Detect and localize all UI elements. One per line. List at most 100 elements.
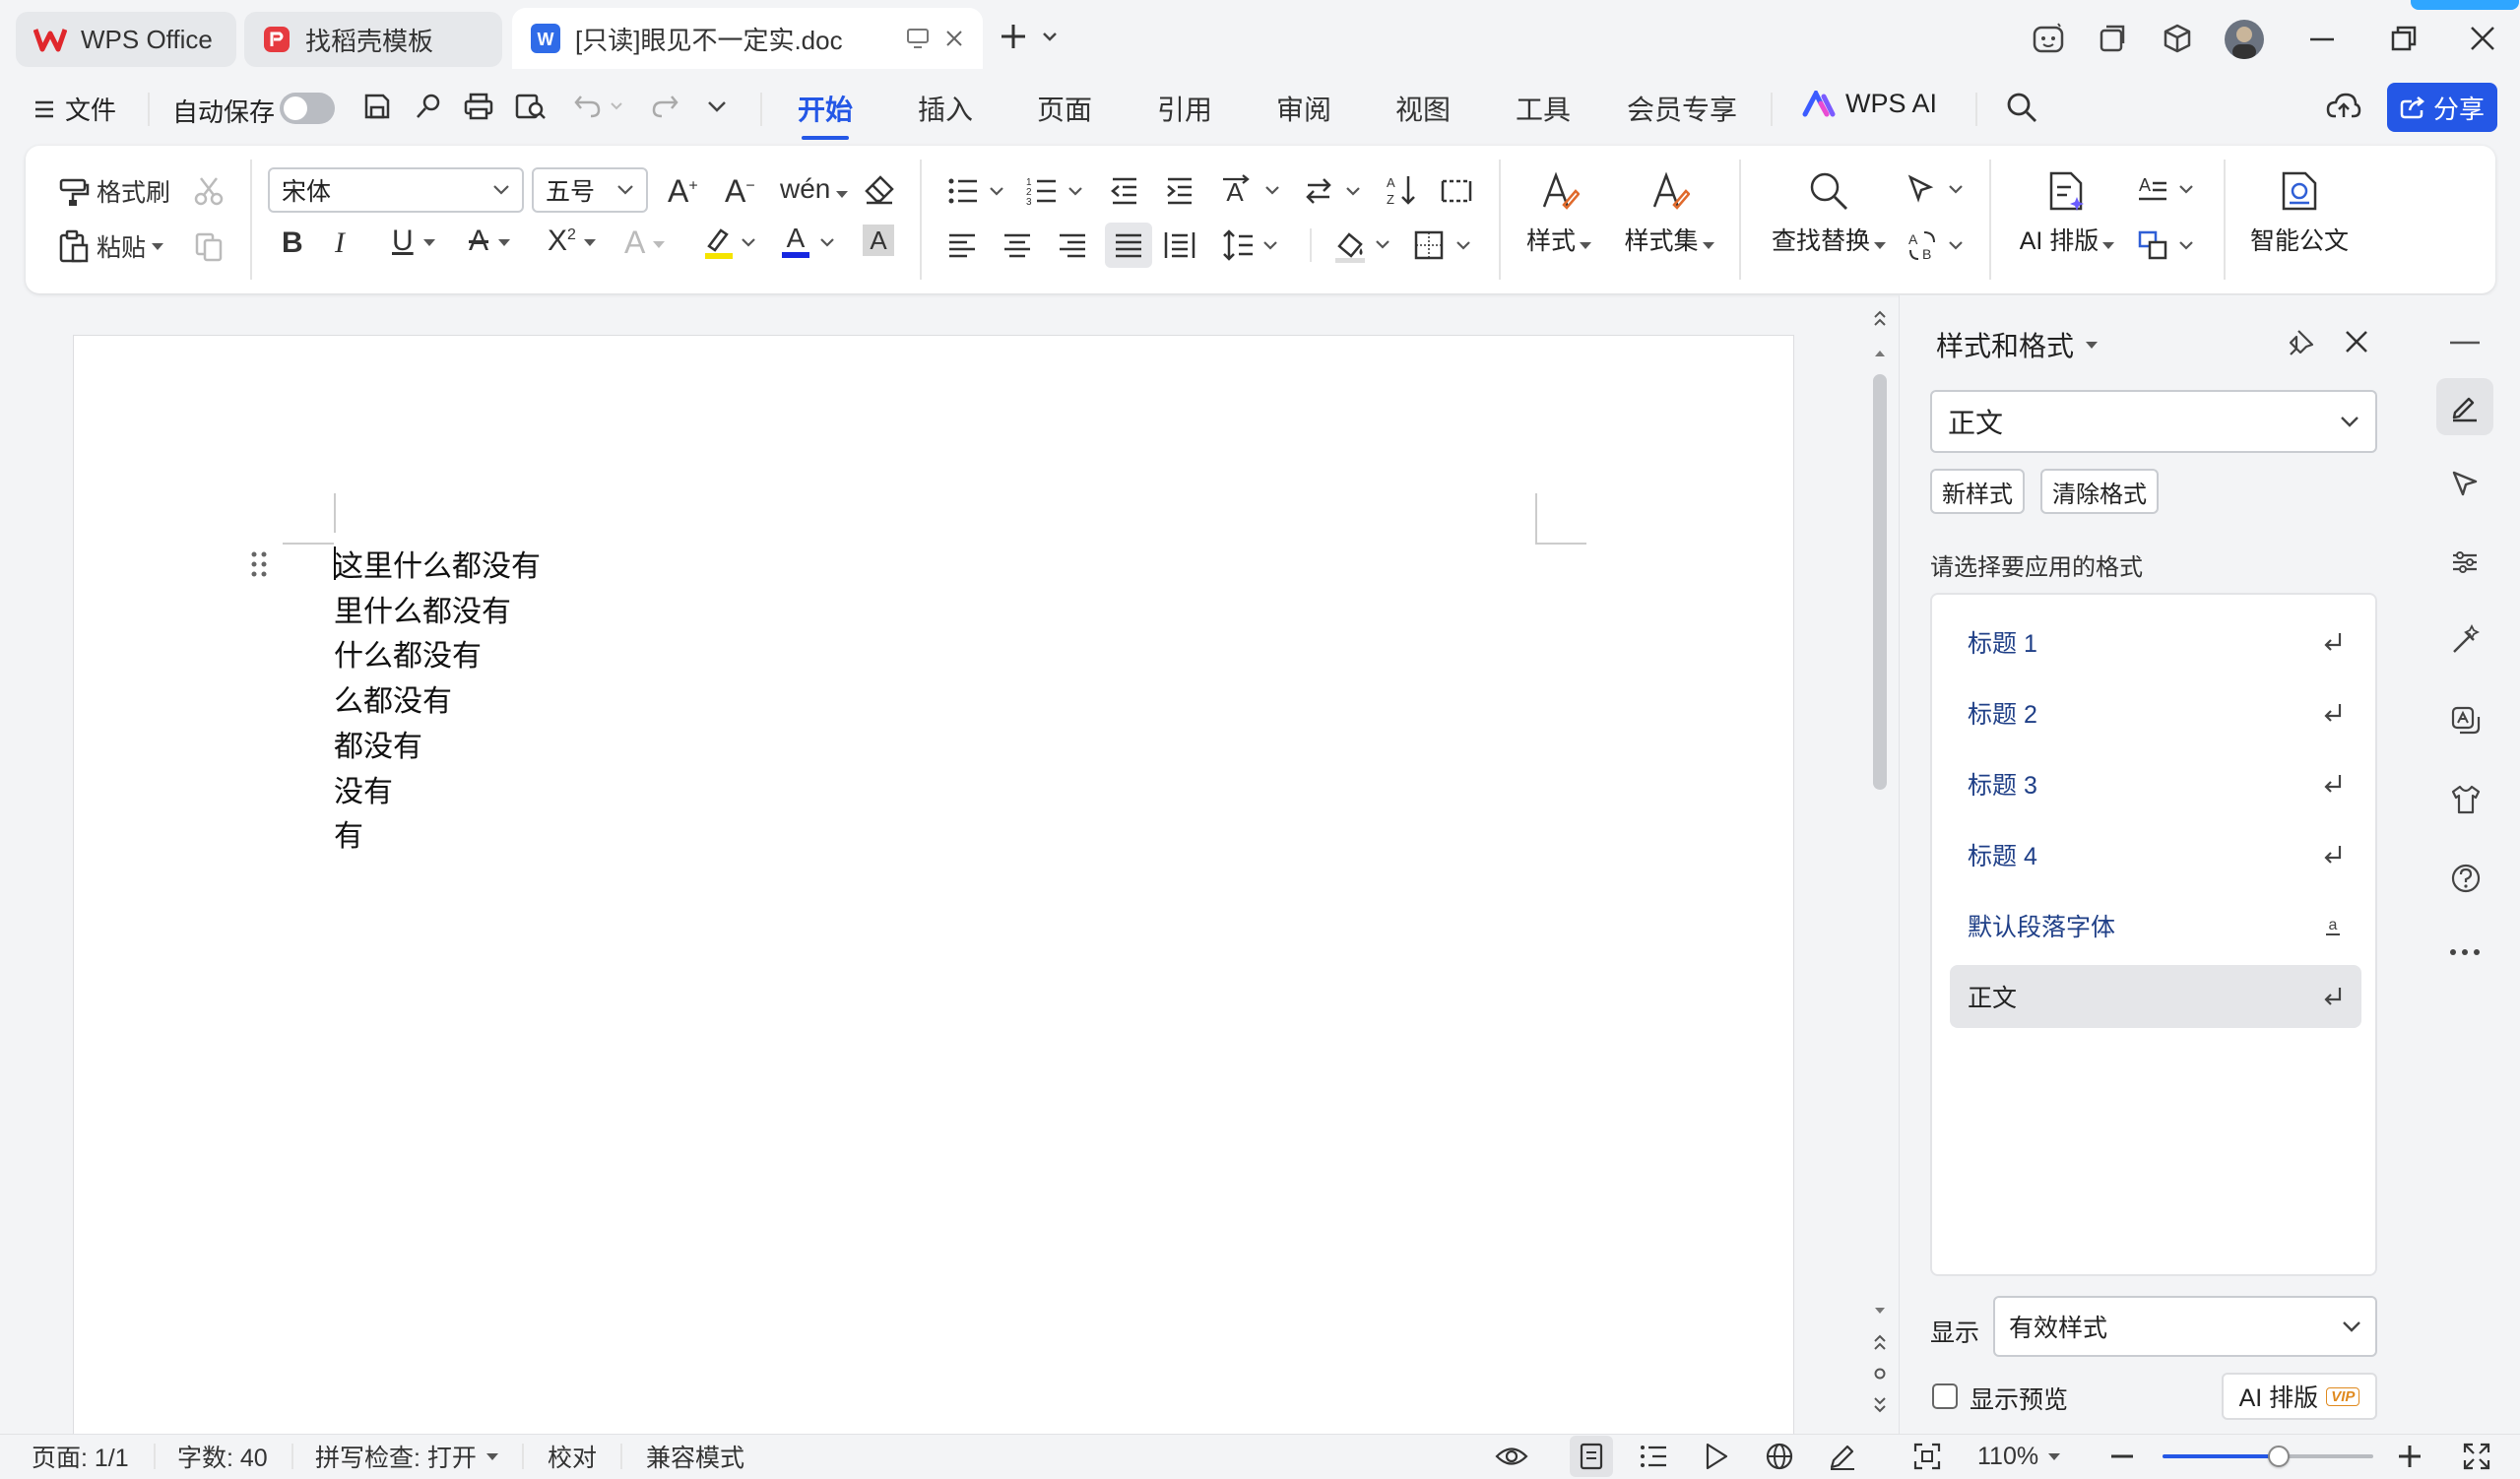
clear-format-button[interactable]: 清除格式 [2040, 469, 2159, 514]
redo-icon[interactable] [650, 93, 679, 120]
zoom-slider[interactable] [2163, 1446, 2373, 1467]
italic-icon[interactable]: I [335, 226, 345, 260]
menu-insert[interactable]: 插入 [918, 89, 973, 128]
cube-icon[interactable] [2162, 23, 2193, 54]
robot-face-icon[interactable] [2032, 22, 2067, 55]
proofread-button[interactable]: 校对 [548, 1434, 597, 1479]
print-preview-icon[interactable] [514, 92, 548, 121]
scroll-up-icon[interactable] [1873, 349, 1887, 358]
shapes-arrange-icon[interactable] [2137, 228, 2196, 262]
sidebar-styles-button[interactable] [2436, 378, 2493, 435]
avatar[interactable] [2225, 20, 2264, 59]
style-item-default-font[interactable]: 默认段落字体 a [1950, 894, 2361, 957]
file-menu[interactable]: 文件 [33, 91, 116, 127]
replace-icon[interactable]: AB [1906, 228, 1966, 262]
cursor-icon[interactable] [2450, 469, 2480, 498]
next-page-icon[interactable] [1873, 1394, 1887, 1414]
text-effect-icon[interactable]: A [624, 225, 666, 261]
find-replace-button[interactable]: 查找替换 [1765, 169, 1893, 257]
show-filter-select[interactable]: 有效样式 [1993, 1296, 2377, 1357]
scroll-down-icon[interactable] [1873, 1306, 1887, 1316]
panel-title-dropdown[interactable]: 样式和格式 [1936, 325, 2099, 364]
scrollbar-thumb[interactable] [1873, 374, 1887, 790]
more-icon[interactable] [2448, 947, 2482, 957]
style-item-body[interactable]: 正文 [1950, 965, 2361, 1028]
style-button[interactable]: 样式 [1524, 169, 1593, 257]
menu-member[interactable]: 会员专享 [1627, 89, 1737, 128]
format-check-icon[interactable] [414, 92, 443, 121]
shirt-icon[interactable] [2450, 784, 2482, 815]
autosave-toggle[interactable] [280, 93, 335, 124]
tab-wps-office[interactable]: WPS Office [16, 12, 236, 67]
style-item-heading4[interactable]: 标题 4 [1950, 823, 2361, 886]
borders-icon[interactable] [1414, 230, 1473, 260]
font-name-select[interactable]: 宋体 [268, 167, 524, 213]
menu-view[interactable]: 视图 [1395, 89, 1451, 128]
phonetic-guide-icon[interactable]: wén [780, 173, 849, 205]
new-style-button[interactable]: 新样式 [1930, 469, 2025, 514]
font-color-icon[interactable]: A [782, 223, 835, 260]
close-tab-icon[interactable] [943, 28, 965, 49]
align-center-icon[interactable] [1002, 230, 1032, 260]
pin-icon[interactable] [2287, 327, 2316, 356]
undo-icon[interactable] [573, 93, 603, 120]
cloud-upload-icon[interactable] [2326, 91, 2361, 120]
underline-icon[interactable]: U [392, 225, 435, 258]
translate-icon[interactable] [2450, 705, 2482, 737]
increase-font-icon[interactable]: A+ [668, 173, 698, 210]
style-set-button[interactable]: 样式集 [1623, 169, 1715, 257]
window-copy-icon[interactable] [2098, 24, 2127, 53]
page-view-button[interactable] [1570, 1436, 1613, 1477]
show-hide-marks-icon[interactable] [1440, 175, 1473, 207]
save-icon[interactable] [362, 92, 392, 121]
decrease-indent-icon[interactable] [1109, 175, 1140, 207]
style-item-heading3[interactable]: 标题 3 [1950, 752, 2361, 815]
wps-ai-menu[interactable]: WPS AI [1802, 89, 1937, 119]
browse-object-icon[interactable] [1873, 1367, 1887, 1381]
bold-icon[interactable]: B [282, 226, 303, 260]
annotate-icon[interactable] [1828, 1442, 1857, 1471]
zoom-slider-thumb[interactable] [2267, 1446, 2290, 1467]
smart-doc-button[interactable]: 智能公文 [2245, 169, 2354, 257]
zoom-in-icon[interactable] [2399, 1446, 2421, 1467]
menu-review[interactable]: 审阅 [1276, 89, 1331, 128]
sliders-icon[interactable] [2450, 547, 2480, 577]
show-preview-checkbox[interactable] [1932, 1383, 1958, 1409]
shading-icon[interactable] [1333, 226, 1394, 264]
minimize-icon[interactable] [2310, 37, 2334, 41]
undo-dropdown-icon[interactable] [611, 102, 622, 110]
page-indicator[interactable]: 页面: 1/1 [32, 1434, 129, 1479]
distribute-icon[interactable] [1164, 230, 1195, 260]
zoom-level-dropdown[interactable]: 110% [1977, 1434, 2061, 1479]
select-icon[interactable] [1906, 173, 1966, 207]
panel-ai-layout-button[interactable]: AI 排版 VIP [2222, 1373, 2377, 1420]
close-window-icon[interactable] [2470, 26, 2495, 51]
style-item-heading1[interactable]: 标题 1 [1950, 611, 2361, 674]
copy-icon[interactable] [193, 230, 225, 262]
paste-button[interactable]: 粘贴 [57, 228, 164, 264]
play-icon[interactable] [1704, 1442, 1729, 1471]
fit-page-icon[interactable] [1912, 1442, 1942, 1471]
tab-document[interactable]: W [只读]眼见不一定实.doc [512, 8, 983, 69]
align-right-icon[interactable] [1058, 230, 1087, 260]
text-layout-icon[interactable]: A [2137, 173, 2196, 207]
decrease-font-icon[interactable]: A− [725, 173, 755, 210]
web-view-icon[interactable] [1765, 1442, 1794, 1471]
tab-docer-templates[interactable]: 找稻壳模板 [244, 12, 502, 67]
line-spacing-icon[interactable] [1221, 228, 1282, 262]
ai-layout-button[interactable]: AI 排版 [2013, 169, 2121, 257]
restore-icon[interactable] [2391, 26, 2417, 51]
close-panel-icon[interactable] [2344, 329, 2369, 354]
outline-view-icon[interactable] [1639, 1444, 1668, 1469]
fullscreen-icon[interactable] [2462, 1442, 2491, 1471]
collapse-sidebar-icon[interactable] [2450, 341, 2480, 345]
font-size-select[interactable]: 五号 [532, 167, 648, 213]
help-icon[interactable] [2450, 863, 2482, 894]
current-style-select[interactable]: 正文 [1930, 390, 2377, 453]
search-icon[interactable] [2005, 91, 2038, 124]
menu-tools[interactable]: 工具 [1516, 89, 1571, 128]
highlight-icon[interactable] [703, 225, 756, 260]
drag-handle-icon[interactable] [249, 550, 269, 580]
zoom-out-icon[interactable] [2111, 1454, 2133, 1458]
sort-icon[interactable]: AZ [1385, 173, 1418, 207]
